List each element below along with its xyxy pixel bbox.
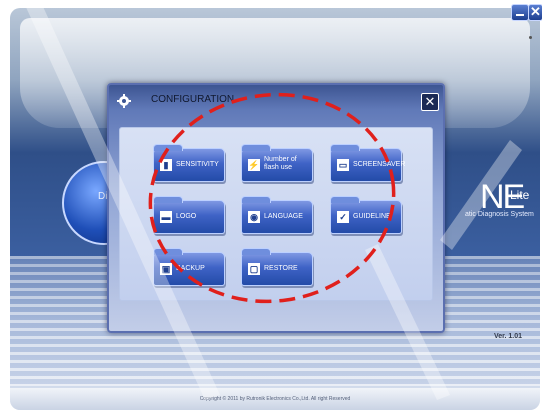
label-line-1: Number of xyxy=(264,156,297,163)
configuration-dialog: CONFIGURATION ✕ ▮ SENSITIVITY ⚡ Number o… xyxy=(107,83,445,333)
backup-button[interactable]: ▣ BACKUP xyxy=(153,248,225,286)
globe-icon: ◉ xyxy=(248,211,260,223)
close-icon: ✕ xyxy=(424,94,436,109)
config-panel: ▮ SENSITIVITY ⚡ Number of flash use ▭ SCR… xyxy=(119,127,433,301)
flash-count-button[interactable]: ⚡ Number of flash use xyxy=(241,144,313,182)
guideline-button[interactable]: ✓ GUIDELINE xyxy=(330,196,402,234)
button-label: LANGUAGE xyxy=(264,213,303,220)
restore-button[interactable]: ▢ RESTORE xyxy=(241,248,313,286)
sensitivity-icon: ▮ xyxy=(160,159,172,171)
button-label: BACKUP xyxy=(176,265,205,272)
button-label: RESTORE xyxy=(264,265,298,272)
minimize-icon xyxy=(516,14,524,16)
button-label: SENSITIVITY xyxy=(176,161,219,168)
screensaver-button[interactable]: ▭ SCREENSAVER xyxy=(330,144,406,182)
restore-icon: ▢ xyxy=(248,263,260,275)
button-label: GUIDELINE xyxy=(353,213,391,220)
label-line-2: flash use xyxy=(264,164,293,171)
minimize-button[interactable] xyxy=(511,4,529,21)
checkbox-icon: ✓ xyxy=(337,211,349,223)
app-logo-subtitle: atic Diagnosis System xyxy=(465,211,534,218)
monitor-icon: ▭ xyxy=(337,159,349,171)
logo-button[interactable]: ▬ LOGO xyxy=(153,196,225,234)
flash-icon: ⚡ xyxy=(248,159,260,171)
logo-icon: ▬ xyxy=(160,211,172,223)
decor-dot xyxy=(529,36,532,39)
button-label: Number of flash use xyxy=(264,156,297,172)
button-label: SCREENSAVER xyxy=(353,161,406,168)
sensitivity-button[interactable]: ▮ SENSITIVITY xyxy=(153,144,225,182)
button-label: LOGO xyxy=(176,213,197,220)
dialog-title: CONFIGURATION xyxy=(151,94,235,105)
disk-icon: ▣ xyxy=(160,263,172,275)
close-icon: ✕ xyxy=(530,4,541,19)
copyright-footer: Copyright © 2011 by Rutronik Electronics… xyxy=(10,388,540,410)
dialog-close-button[interactable]: ✕ xyxy=(421,93,439,111)
gear-icon xyxy=(117,94,131,108)
app-logo-suffix: Lite xyxy=(510,188,530,202)
version-label: Ver. 1.01 xyxy=(494,333,523,340)
close-button[interactable]: ✕ xyxy=(528,4,542,21)
language-button[interactable]: ◉ LANGUAGE xyxy=(241,196,313,234)
